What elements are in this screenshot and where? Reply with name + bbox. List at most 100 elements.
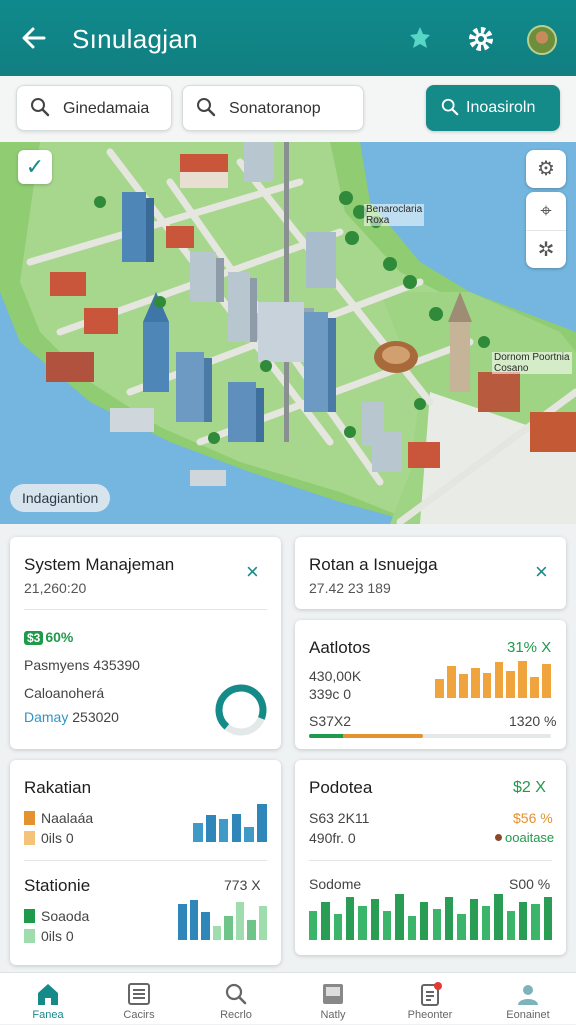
aatlotos-bar-chart (435, 660, 551, 698)
chart-bar (446, 665, 456, 698)
system-line-1: Pasmyens 435390 (24, 657, 140, 673)
aatlotos-footer-left: S37X2 (309, 713, 352, 729)
nav-item-cards[interactable]: Cacirs (91, 973, 187, 1025)
card-title: Stationie (24, 876, 91, 895)
back-arrow-icon[interactable] (18, 22, 50, 54)
sodome-bar-chart (309, 892, 552, 940)
card-subtitle: 21,260:20 (24, 580, 87, 596)
system-line-3: Damay 253020 (24, 709, 119, 725)
chart-bar (543, 896, 552, 940)
nav-item-printer[interactable]: Pheonter (382, 973, 478, 1025)
nav-label: Natly (320, 1009, 346, 1021)
chart-bar (482, 673, 492, 698)
chart-bar (309, 911, 318, 940)
notification-document-icon (421, 982, 442, 1006)
puzzle-star-icon[interactable] (405, 24, 435, 54)
chart-bar (370, 899, 380, 940)
stationie-bar-chart (178, 900, 267, 940)
compass-icon[interactable]: ⌖ (526, 192, 566, 230)
chart-bar (407, 916, 417, 940)
search-icon (197, 98, 216, 117)
chart-bar (542, 663, 551, 698)
aatlotos-footer-right: 1320 % (509, 713, 557, 729)
chart-bar (333, 913, 343, 940)
divider (24, 609, 267, 610)
page-title: Sınulagjan (72, 24, 198, 54)
chart-bar (346, 896, 355, 940)
card-title: Rotan a Isnuejga (309, 555, 438, 574)
avatar[interactable] (527, 25, 557, 55)
card-subtitle: 27.42 23 189 (309, 580, 391, 596)
podotea-side-2: ooaitase (495, 830, 554, 845)
nav-item-home[interactable]: Fanea (0, 973, 96, 1025)
chart-bar (518, 660, 528, 698)
chart-bar (201, 912, 210, 940)
nav-label: Fanea (32, 1009, 64, 1021)
podotea-line-2: 490fr. 0 (309, 830, 356, 846)
chart-bar (458, 674, 468, 698)
inbox-icon (323, 984, 343, 1004)
search-button[interactable]: Inoasiroln (426, 85, 560, 131)
chart-bar (244, 826, 255, 842)
legend-item: Soaoda (24, 908, 89, 924)
aatlotos-value: 31% X (507, 639, 552, 656)
legend-item: 0ils 0 (24, 928, 74, 944)
rakatian-card: Rakatian Naalaáa 0ils 0 Stationie 773 X … (10, 760, 281, 965)
app-bar: Sınulagjan (0, 0, 576, 76)
close-icon[interactable]: × (535, 561, 548, 583)
chart-bar (321, 901, 330, 940)
gear-icon[interactable] (466, 24, 496, 54)
search-input-2[interactable]: Sonatoranop (182, 85, 364, 131)
chart-bar (518, 901, 528, 940)
gear-icon[interactable]: ⚙ (526, 150, 566, 188)
search-bar-row: Ginedamaia Sonatoranop Inoasiroln (0, 76, 576, 142)
podotea-line-1: S63 2K11 (309, 810, 370, 826)
chart-bar (481, 906, 491, 940)
rakatian-bar-chart (193, 804, 267, 842)
chart-bar (531, 904, 540, 940)
close-icon[interactable]: × (246, 561, 259, 583)
nav-item-profile[interactable]: Eonainet (480, 973, 576, 1025)
card-title: Rakatian (24, 778, 92, 797)
map-label-right: Dornom Poortnia Cosano (492, 352, 572, 374)
chart-bar (189, 900, 198, 940)
nav-label: Eonainet (506, 1009, 550, 1021)
chart-bar (420, 901, 429, 940)
chart-bar (258, 906, 267, 940)
map-settings-control[interactable]: ⚙ (526, 150, 566, 188)
chart-bar (470, 668, 480, 698)
search-input-1-value: Ginedamaia (63, 100, 150, 117)
podotea-card: Podotea $2 X S63 2K11 490fr. 0 $56 % ooa… (295, 760, 566, 955)
map-layer-check[interactable]: ✓ (18, 150, 52, 184)
home-icon (38, 984, 58, 1005)
chart-bar (469, 899, 478, 940)
card-title: System Manajeman (24, 555, 175, 574)
list-icon (128, 983, 150, 1005)
legend-item: 0ils 0 (24, 830, 74, 846)
nav-item-search[interactable]: Recrlo (188, 973, 284, 1025)
nav-item-notify[interactable]: Natly (285, 973, 381, 1025)
podotea-value: $2 X (513, 779, 546, 796)
search-input-2-value: Sonatoranop (229, 100, 321, 117)
search-icon (225, 983, 247, 1005)
bottom-navigation: Fanea Cacirs Recrlo Natly Pheonter Eonai… (0, 972, 576, 1024)
chart-bar (178, 904, 187, 940)
chart-bar (224, 916, 233, 940)
chart-bar (205, 815, 216, 842)
location-chip[interactable]: Indagiantion (10, 484, 111, 512)
aatlotos-card: Aatlotos 31% X 430,00K 339c 0 S37X2 1320… (295, 620, 566, 749)
status-badge: $3 60% (24, 629, 73, 645)
chart-bar (432, 908, 441, 940)
chart-bar (494, 894, 503, 940)
rotan-card: Rotan a Isnuejga 27.42 23 189 × (295, 537, 566, 609)
sodome-title: Sodome (309, 876, 362, 892)
search-input-1[interactable]: Ginedamaia (16, 85, 172, 131)
divider (24, 860, 267, 861)
chart-bar (506, 671, 516, 698)
city-map[interactable]: ✓ Benaroclaria Roxa Dornom Poortnia Cosa… (0, 142, 576, 524)
search-icon (31, 98, 50, 117)
sodome-value: S00 % (509, 876, 551, 892)
profile-icon (518, 985, 538, 1005)
location-icon[interactable]: ✲ (526, 230, 566, 268)
nav-label: Recrlo (220, 1009, 252, 1021)
